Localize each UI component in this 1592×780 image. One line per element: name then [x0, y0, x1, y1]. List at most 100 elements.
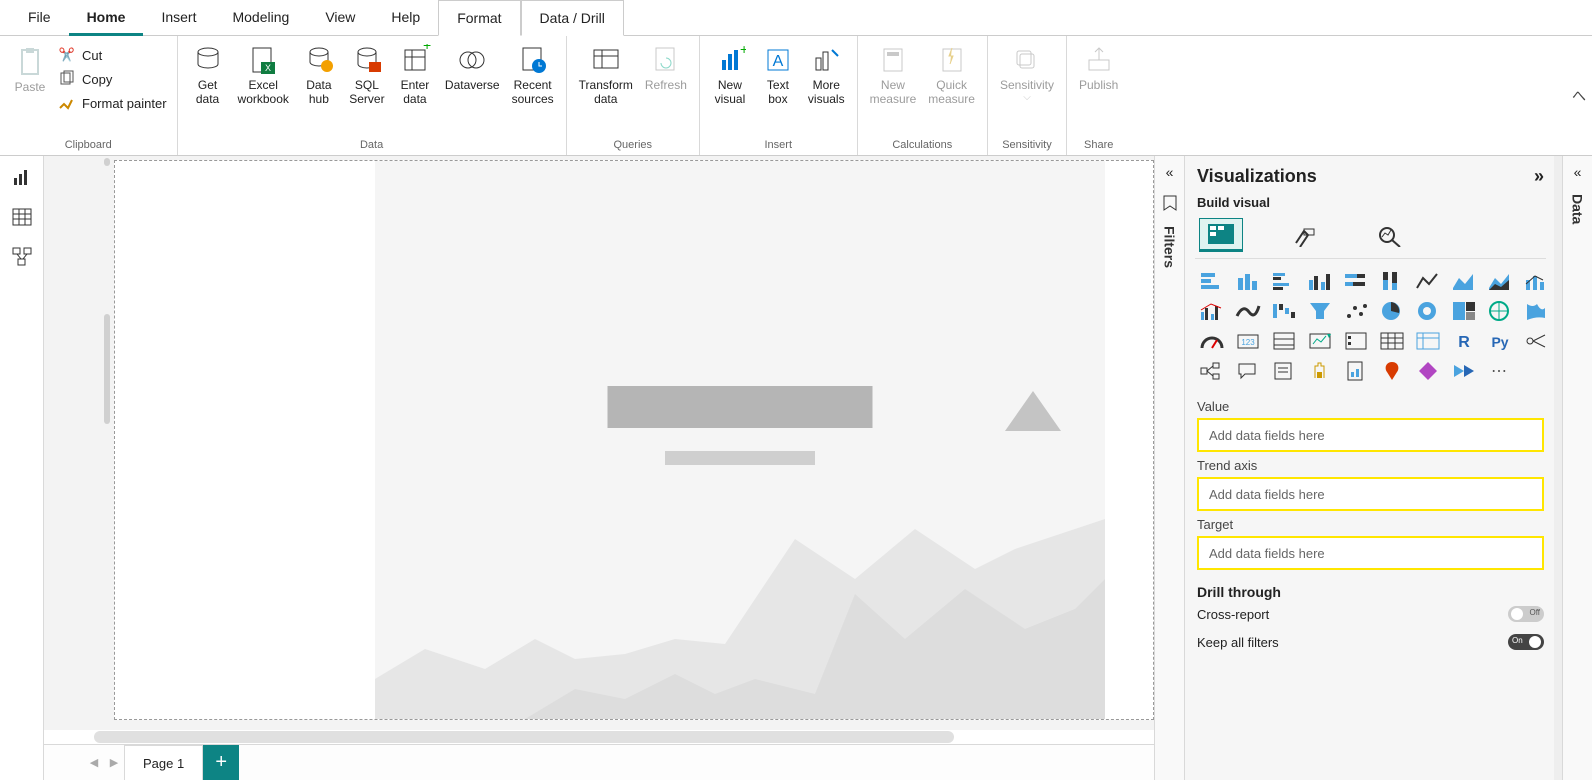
viz-100-stacked-bar-icon[interactable] [1341, 269, 1371, 293]
text-box-icon: A [762, 44, 794, 76]
canvas-scroll-thumb[interactable] [104, 314, 110, 424]
viz-waterfall-icon[interactable] [1269, 299, 1299, 323]
visualizations-collapse-icon[interactable]: » [1534, 166, 1544, 187]
visualization-gallery: 123 R Py ⋯ [1195, 259, 1546, 393]
bookmark-icon[interactable] [1161, 194, 1179, 212]
canvas-page[interactable] [114, 160, 1154, 720]
viz-qa-icon[interactable] [1233, 359, 1263, 383]
get-data-button[interactable]: Get data [184, 40, 232, 110]
more-visuals-button[interactable]: More visuals [802, 40, 851, 110]
viz-line-stacked-column-icon[interactable] [1521, 269, 1551, 293]
page-next[interactable]: ▶ [104, 756, 124, 769]
viz-power-automate-icon[interactable] [1449, 359, 1479, 383]
report-view-icon[interactable] [11, 166, 33, 188]
excel-button[interactable]: XExcel workbook [232, 40, 295, 110]
trend-drop-zone[interactable]: Add data fields here [1197, 477, 1544, 511]
tab-home[interactable]: Home [69, 0, 144, 36]
transform-label: Transform data [579, 78, 633, 106]
viz-goals-icon[interactable] [1305, 359, 1335, 383]
viz-scrollbar[interactable] [1554, 156, 1562, 780]
viz-stacked-area-icon[interactable] [1485, 269, 1515, 293]
cut-icon: ✂️ [58, 46, 76, 64]
sql-server-button[interactable]: SQL Server [343, 40, 391, 110]
new-measure-button: New measure [864, 40, 923, 110]
viz-key-influencers-icon[interactable] [1521, 329, 1551, 353]
tab-insert[interactable]: Insert [143, 0, 214, 36]
add-page-button[interactable]: + [203, 745, 239, 780]
viz-donut-icon[interactable] [1413, 299, 1443, 323]
ribbon-collapse-icon[interactable]: へ [1572, 86, 1586, 106]
viz-filled-map-icon[interactable] [1521, 299, 1551, 323]
group-label-queries: Queries [614, 137, 653, 155]
dataverse-button[interactable]: Dataverse [439, 40, 506, 96]
format-painter-button[interactable]: Format painter [58, 94, 167, 112]
viz-stacked-column-icon[interactable] [1233, 269, 1263, 293]
viz-pie-icon[interactable] [1377, 299, 1407, 323]
tab-view[interactable]: View [307, 0, 373, 36]
new-visual-button[interactable]: +New visual [706, 40, 754, 110]
viz-more-icon[interactable]: ⋯ [1485, 359, 1515, 383]
horizontal-scrollbar[interactable] [44, 730, 1154, 744]
transform-data-button[interactable]: Transform data [573, 40, 639, 110]
keep-filters-toggle[interactable]: On [1508, 634, 1544, 650]
viz-line-icon[interactable] [1413, 269, 1443, 293]
filters-expand-icon[interactable]: « [1166, 164, 1174, 180]
viz-python-icon[interactable]: Py [1485, 329, 1515, 353]
enter-data-button[interactable]: +Enter data [391, 40, 439, 110]
ribbon-group-data: Get data XExcel workbook Data hub SQL Se… [178, 36, 567, 155]
tab-file[interactable]: File [10, 0, 69, 36]
viz-r-icon[interactable]: R [1449, 329, 1479, 353]
report-canvas[interactable] [44, 156, 1154, 730]
viz-multi-row-card-icon[interactable] [1269, 329, 1299, 353]
visualizations-header: Visualizations [1197, 166, 1317, 187]
target-drop-zone[interactable]: Add data fields here [1197, 536, 1544, 570]
viz-clustered-column-icon[interactable] [1305, 269, 1335, 293]
viz-funnel-icon[interactable] [1305, 299, 1335, 323]
tab-help[interactable]: Help [373, 0, 438, 36]
viz-clustered-bar-icon[interactable] [1269, 269, 1299, 293]
visual-placeholder[interactable] [375, 161, 1105, 719]
viz-gauge-icon[interactable] [1197, 329, 1227, 353]
tab-modeling[interactable]: Modeling [214, 0, 307, 36]
tab-format[interactable]: Format [438, 0, 520, 36]
tab-data-drill[interactable]: Data / Drill [521, 0, 624, 36]
viz-stacked-bar-icon[interactable] [1197, 269, 1227, 293]
viz-card-icon[interactable]: 123 [1233, 329, 1263, 353]
viz-line-clustered-column-icon[interactable] [1197, 299, 1227, 323]
viz-slicer-icon[interactable] [1341, 329, 1371, 353]
viz-smart-narrative-icon[interactable] [1269, 359, 1299, 383]
drill-through-header: Drill through [1195, 584, 1546, 600]
data-hub-button[interactable]: Data hub [295, 40, 343, 110]
viz-ribbon-icon[interactable] [1233, 299, 1263, 323]
viz-treemap-icon[interactable] [1449, 299, 1479, 323]
viz-decomposition-tree-icon[interactable] [1197, 359, 1227, 383]
cross-report-toggle[interactable]: Off [1508, 606, 1544, 622]
cut-button[interactable]: ✂️Cut [58, 46, 167, 64]
page-tab-1[interactable]: Page 1 [124, 745, 203, 780]
model-view-icon[interactable] [11, 246, 33, 268]
build-visual-tab[interactable] [1199, 218, 1243, 252]
page-prev[interactable]: ◀ [84, 756, 104, 769]
format-visual-tab[interactable] [1283, 218, 1327, 252]
viz-power-apps-icon[interactable] [1413, 359, 1443, 383]
new-measure-label: New measure [870, 78, 917, 106]
viz-100-stacked-column-icon[interactable] [1377, 269, 1407, 293]
viz-map-icon[interactable] [1485, 299, 1515, 323]
viz-table-icon[interactable] [1377, 329, 1407, 353]
viz-matrix-icon[interactable] [1413, 329, 1443, 353]
data-view-icon[interactable] [11, 206, 33, 228]
group-label-data: Data [360, 137, 383, 155]
viz-kpi-icon[interactable] [1305, 329, 1335, 353]
viz-arcgis-icon[interactable] [1377, 359, 1407, 383]
viz-area-icon[interactable] [1449, 269, 1479, 293]
data-expand-icon[interactable]: « [1574, 164, 1582, 180]
value-drop-zone[interactable]: Add data fields here [1197, 418, 1544, 452]
analytics-tab[interactable] [1367, 218, 1411, 252]
copy-button[interactable]: Copy [58, 70, 167, 88]
viz-paginated-report-icon[interactable] [1341, 359, 1371, 383]
enter-data-label: Enter data [401, 78, 430, 106]
recent-sources-button[interactable]: Recent sources [506, 40, 560, 110]
trend-axis-label: Trend axis [1197, 458, 1544, 473]
viz-scatter-icon[interactable] [1341, 299, 1371, 323]
text-box-button[interactable]: AText box [754, 40, 802, 110]
